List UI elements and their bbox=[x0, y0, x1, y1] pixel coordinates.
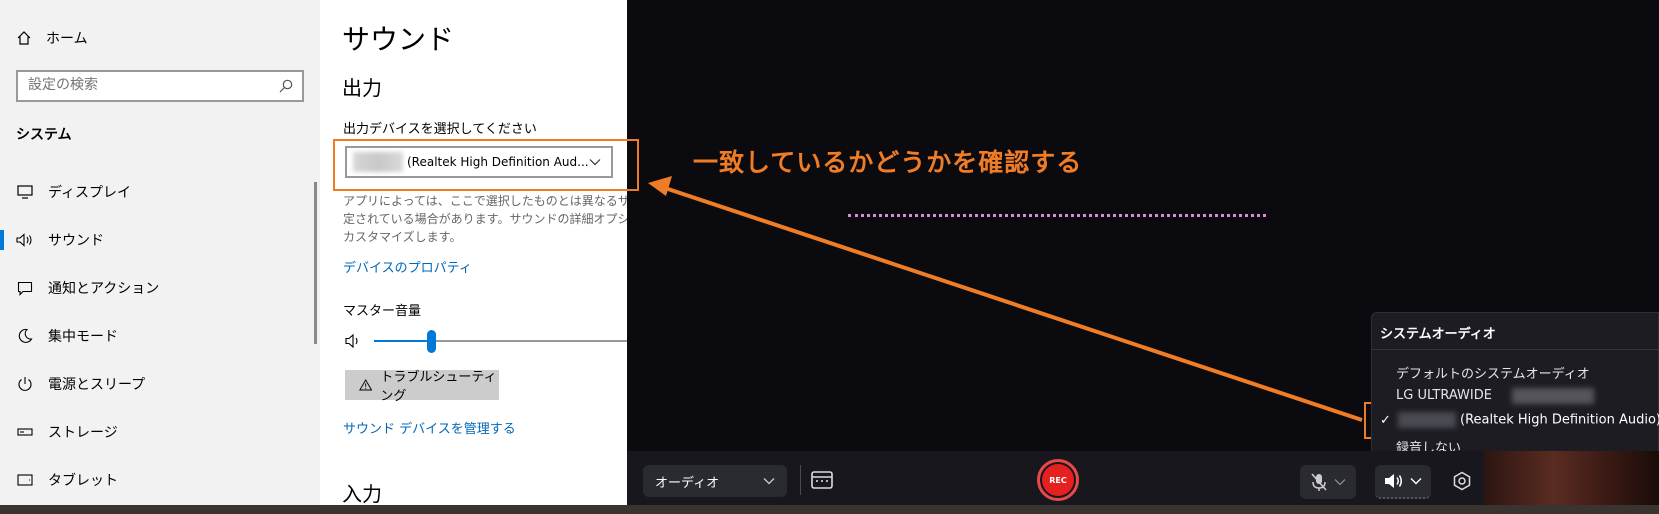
microphone-toggle[interactable] bbox=[1300, 465, 1356, 499]
checkmark-icon: ✓ bbox=[1380, 412, 1391, 428]
captions-icon[interactable] bbox=[810, 468, 834, 492]
option-label: (Realtek High Definition Audio) bbox=[1460, 412, 1659, 428]
record-button[interactable]: REC bbox=[1037, 459, 1079, 501]
popup-title: システムオーディオ bbox=[1380, 327, 1496, 342]
recorder-toolbar: オーディオ REC bbox=[627, 451, 1659, 505]
chevron-down-icon bbox=[1334, 479, 1346, 486]
chevron-down-icon bbox=[763, 478, 775, 485]
option-label: デフォルトのシステムオーディオ bbox=[1396, 367, 1590, 382]
redacted-device-name bbox=[1512, 388, 1594, 404]
audio-source-select[interactable]: オーディオ bbox=[643, 465, 787, 497]
record-label: REC bbox=[1042, 464, 1074, 496]
popup-option-realtek[interactable]: ✓ (Realtek High Definition Audio) bbox=[1380, 412, 1659, 428]
audio-select-value: オーディオ bbox=[655, 475, 720, 491]
popup-option-default[interactable]: デフォルトのシステムオーディオ bbox=[1396, 363, 1590, 382]
speaker-icon bbox=[1385, 474, 1402, 488]
gear-icon bbox=[1453, 471, 1471, 491]
system-audio-popup: システムオーディオ デフォルトのシステムオーディオ LG ULTRAWIDE ✓… bbox=[1371, 312, 1659, 463]
taskbar-strip bbox=[0, 505, 1659, 514]
system-audio-toggle[interactable] bbox=[1375, 465, 1431, 499]
settings-button[interactable] bbox=[1447, 466, 1477, 496]
popup-option-lg-ultrawide[interactable]: LG ULTRAWIDE bbox=[1396, 388, 1492, 403]
microphone-muted-icon bbox=[1311, 473, 1327, 491]
annotation-text: 一致しているかどうかを確認する bbox=[693, 148, 1083, 177]
toolbar-separator bbox=[800, 465, 801, 495]
option-label: LG ULTRAWIDE bbox=[1396, 388, 1492, 403]
redacted-device-name bbox=[1398, 412, 1456, 428]
camera-preview bbox=[1484, 451, 1659, 505]
chevron-down-icon bbox=[1410, 478, 1422, 485]
popup-divider bbox=[1372, 349, 1659, 350]
